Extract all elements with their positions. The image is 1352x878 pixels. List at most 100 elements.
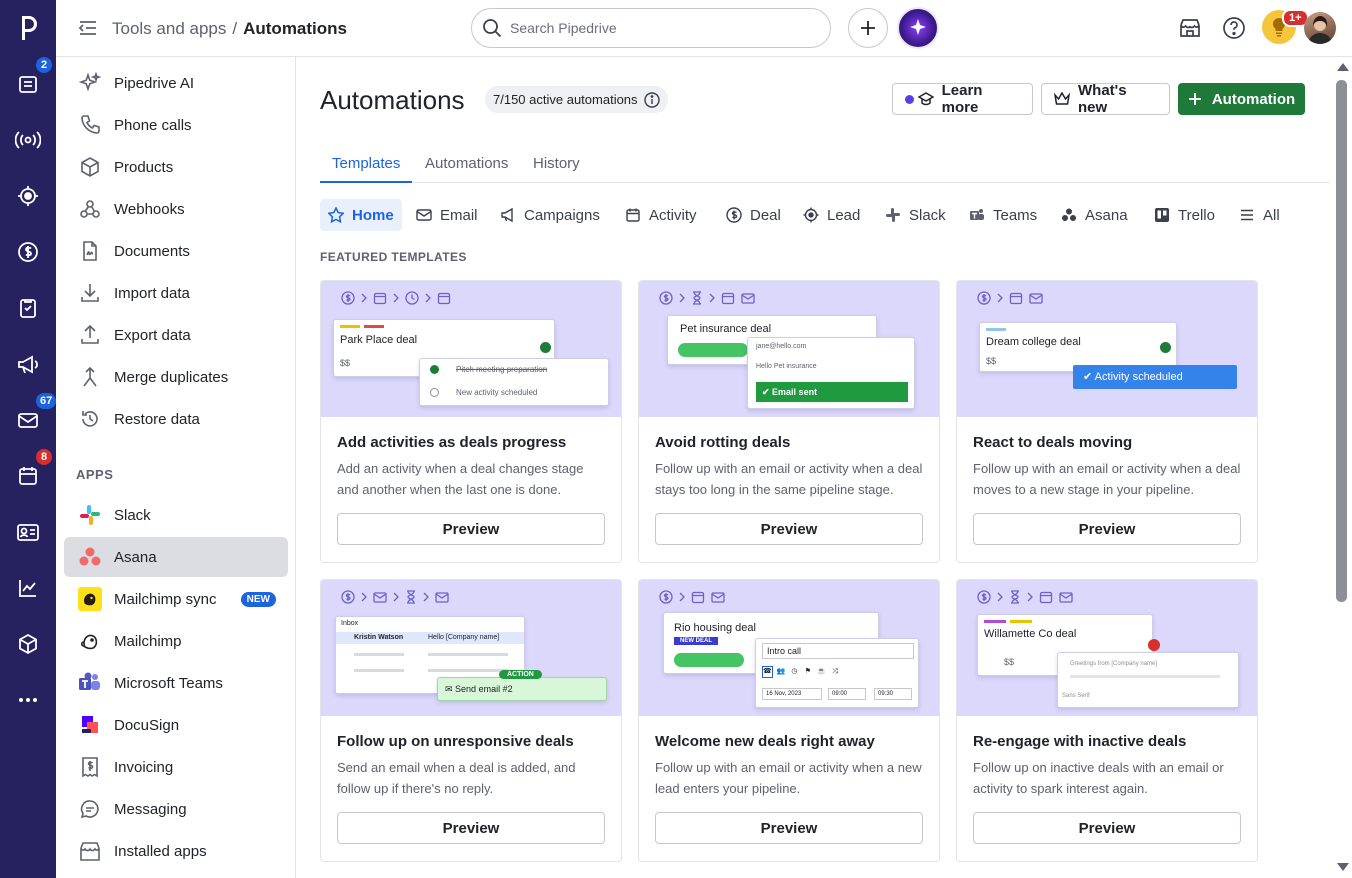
rail-campaigns-icon[interactable] [14, 350, 42, 378]
template-card[interactable]: Dream college deal $$ ✔ Activity schedul… [956, 280, 1258, 563]
search-box[interactable] [471, 8, 831, 48]
flag-icon: ⚑ [804, 668, 811, 675]
whats-new-button[interactable]: What's new [1041, 82, 1170, 116]
help-icon[interactable] [1222, 16, 1246, 40]
mock-deal-amount: $$ [1004, 657, 1015, 667]
preview-button[interactable]: Preview [973, 812, 1241, 844]
template-illustration: Rio housing deal NEW DEAL Intro call ☎ 👥… [639, 580, 939, 716]
quick-add-button[interactable] [848, 8, 888, 48]
info-icon[interactable] [643, 91, 660, 108]
rail-products-icon[interactable] [14, 630, 42, 658]
preview-button[interactable]: Preview [337, 513, 605, 545]
category-label: Teams [993, 206, 1038, 224]
category-all[interactable]: All [1231, 199, 1288, 231]
template-card[interactable]: Inbox Kristin Watson Hello [Company name… [320, 579, 622, 862]
collapse-menu-icon[interactable] [78, 18, 98, 38]
sidebar-item-documents[interactable]: Documents [64, 231, 288, 271]
mock-activity-new: New activity scheduled [456, 388, 538, 397]
sidebar-item-merge-duplicates[interactable]: Merge duplicates [64, 357, 288, 397]
rail-tasks-icon[interactable] [14, 294, 42, 322]
rail-mail-icon[interactable] [14, 406, 42, 434]
sidebar-item-microsoft-teams[interactable]: Microsoft Teams [64, 663, 288, 703]
rail-more-icon[interactable] [14, 686, 42, 714]
learn-more-button[interactable]: Learn more [892, 82, 1033, 116]
sidebar-item-label: Pipedrive AI [114, 74, 195, 92]
sidebar-item-import-data[interactable]: Import data [64, 273, 288, 313]
rail-deals-icon[interactable] [14, 70, 42, 98]
sidebar-item-label: Invoicing [114, 758, 174, 776]
dollar-icon [659, 590, 673, 604]
sidebar-item-products[interactable]: Products [64, 147, 288, 187]
breadcrumb-parent[interactable]: Tools and apps [112, 19, 226, 38]
sidebar-item-invoicing[interactable]: Invoicing [64, 747, 288, 787]
slack-icon [885, 207, 901, 223]
mock-email-address: jane@hello.com [756, 343, 807, 350]
sidebar-item-export-data[interactable]: Export data [64, 315, 288, 355]
mock-activity-status: ✔ Activity scheduled [1073, 365, 1237, 389]
sidebar-item-docusign[interactable]: DocuSign [64, 705, 288, 745]
category-lead[interactable]: Lead [795, 199, 868, 231]
template-card[interactable]: Rio housing deal NEW DEAL Intro call ☎ 👥… [638, 579, 940, 862]
category-label: Campaigns [524, 206, 600, 224]
sidebar-item-phone-calls[interactable]: Phone calls [64, 105, 288, 145]
marketplace-icon[interactable] [1178, 16, 1202, 40]
sidebar-item-label: Webhooks [114, 200, 185, 218]
sidebar-item-label: Merge duplicates [114, 368, 229, 386]
import-icon [78, 281, 102, 305]
rail-leads-icon[interactable] [14, 182, 42, 210]
activity-form-mock: Intro call ☎ 👥 ◷ ⚑ ☕ ⤨ 16 Nov, 2023 09:0… [755, 638, 919, 708]
category-trello[interactable]: Trello [1146, 199, 1223, 231]
export-icon [78, 323, 102, 347]
top-bar: Tools and apps/Automations 1+ [56, 0, 1352, 57]
rail-insights-icon[interactable] [14, 574, 42, 602]
category-label: Lead [827, 206, 861, 224]
pipedrive-logo-icon[interactable] [14, 10, 42, 44]
sidebar-item-mailchimp[interactable]: Mailchimp [64, 621, 288, 661]
search-input[interactable] [510, 20, 810, 36]
tab-templates[interactable]: Templates [320, 142, 413, 183]
add-automation-button[interactable]: Automation [1178, 83, 1305, 115]
sidebar-item-webhooks[interactable]: Webhooks [64, 189, 288, 229]
rail-calendar-icon[interactable] [14, 462, 42, 490]
category-slack[interactable]: Slack [877, 199, 954, 231]
mock-deal-amount: $$ [340, 358, 351, 368]
preview-button[interactable]: Preview [973, 513, 1241, 545]
category-asana[interactable]: Asana [1053, 199, 1136, 231]
ai-assistant-button[interactable] [897, 7, 939, 49]
sidebar-item-installed-apps[interactable]: Installed apps [64, 831, 288, 871]
template-card[interactable]: Park Place deal $$ Pitch meeting prepara… [320, 280, 622, 563]
category-activity[interactable]: Activity [617, 199, 705, 231]
tab-automations[interactable]: Automations [413, 142, 520, 183]
category-teams[interactable]: Teams [961, 199, 1045, 231]
sidebar-item-restore-data[interactable]: Restore data [64, 399, 288, 439]
template-card[interactable]: Pet insurance deal jane@hello.com Hello … [638, 280, 940, 563]
category-deal[interactable]: Deal [718, 199, 789, 231]
scroll-thumb[interactable] [1336, 80, 1347, 602]
scroll-down-icon[interactable] [1337, 863, 1349, 871]
tab-history[interactable]: History [521, 142, 592, 183]
preview-button[interactable]: Preview [655, 513, 923, 545]
sidebar-item-slack[interactable]: Slack [64, 495, 288, 535]
email-editor-mock: Greetings from [Company name] Sans Serif [1057, 652, 1239, 708]
preview-button[interactable]: Preview [655, 812, 923, 844]
chevron-right-icon [361, 592, 367, 602]
rail-deals-badge: 2 [36, 57, 52, 73]
sidebar-item-messaging[interactable]: Messaging [64, 789, 288, 829]
template-card[interactable]: Willamette Co deal $$ Greetings from [Co… [956, 579, 1258, 862]
rail-broadcast-icon[interactable] [14, 126, 42, 154]
user-avatar[interactable] [1304, 12, 1336, 44]
rail-dollar-icon[interactable] [14, 238, 42, 266]
preview-button[interactable]: Preview [337, 812, 605, 844]
category-campaigns[interactable]: Campaigns [492, 199, 608, 231]
sidebar-item-asana[interactable]: Asana [64, 537, 288, 577]
category-email[interactable]: Email [408, 199, 486, 231]
sidebar-item-mailchimp-sync[interactable]: Mailchimp sync NEW [64, 579, 288, 619]
calendar-icon [625, 207, 641, 223]
category-home[interactable]: Home [320, 199, 402, 231]
rail-contacts-icon[interactable] [14, 518, 42, 546]
check-icon: ✔ [1083, 371, 1095, 383]
sidebar-item-label: Import data [114, 284, 190, 302]
mock-email-status: ✔ Email sent [756, 382, 908, 402]
sidebar-item-pipedrive-ai[interactable]: Pipedrive AI [64, 63, 288, 103]
scroll-up-icon[interactable] [1337, 63, 1349, 71]
